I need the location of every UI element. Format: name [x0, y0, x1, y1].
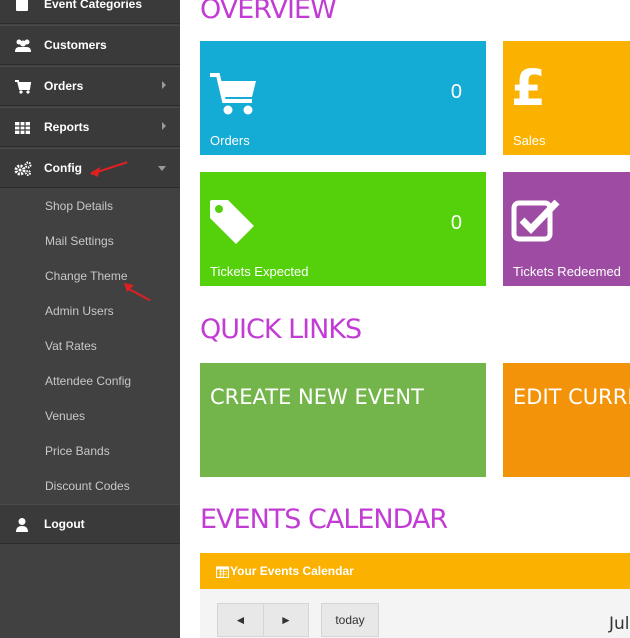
user-icon [16, 518, 28, 532]
pound-icon: £ [511, 59, 546, 117]
checkbox-icon [511, 199, 560, 242]
overview-title: OVERVIEW [200, 0, 337, 25]
sidebar-item-label: Config [44, 161, 82, 175]
submenu-item-price-bands[interactable]: Price Bands [45, 444, 110, 458]
chevron-down-icon [158, 166, 166, 171]
tile-value: 0 [450, 212, 462, 234]
sidebar-item-label: Reports [44, 120, 90, 134]
cart-icon [15, 80, 32, 94]
sidebar-item-label: Orders [44, 79, 84, 93]
sidebar-item-event-categories[interactable]: Event Categories [0, 0, 180, 24]
events-calendar-title: EVENTS CALENDAR [200, 504, 448, 535]
table-icon [15, 122, 30, 134]
arrowhead-icon [90, 167, 100, 177]
orders-tile[interactable]: 0 Orders [200, 41, 486, 155]
tag-icon [210, 200, 254, 244]
calendar-month-title: Jul [609, 614, 630, 634]
submenu-item-venues[interactable]: Venues [45, 409, 85, 423]
tile-label: Tickets Expected [210, 264, 309, 279]
calendar-icon [216, 566, 229, 578]
sidebar-item-customers[interactable]: Customers [0, 25, 180, 65]
users-icon [15, 39, 31, 52]
quick-link-label: CREATE NEW EVENT [210, 385, 424, 409]
submenu-item-admin-users[interactable]: Admin Users [45, 304, 114, 318]
tile-label: Sales [513, 133, 546, 148]
sidebar-item-label: Customers [44, 38, 107, 52]
sales-tile[interactable]: £ Sales [503, 41, 630, 155]
tag-icon [16, 0, 28, 11]
tickets-redeemed-tile[interactable]: Tickets Redeemed [503, 172, 630, 286]
edit-current-event-link[interactable]: EDIT CURRE [503, 363, 630, 477]
calendar-next-button[interactable]: ► [263, 603, 309, 637]
arrowhead-icon [124, 283, 134, 292]
create-new-event-link[interactable]: CREATE NEW EVENT [200, 363, 486, 477]
submenu-item-discount-codes[interactable]: Discount Codes [45, 479, 130, 493]
submenu-item-change-theme[interactable]: Change Theme [45, 269, 128, 283]
quick-links-title: QUICK LINKS [200, 314, 362, 345]
chevron-right-icon [162, 81, 166, 89]
sidebar-item-label: Logout [44, 517, 85, 531]
tile-label: Orders [210, 133, 250, 148]
calendar-today-button[interactable]: today [321, 603, 379, 637]
calendar-panel-header: Your Events Calendar [200, 553, 630, 589]
tickets-expected-tile[interactable]: 0 Tickets Expected [200, 172, 486, 286]
chevron-right-icon [162, 122, 166, 130]
tile-value: 0 [450, 81, 462, 103]
sidebar: Event Categories Customers Orders Report… [0, 0, 180, 638]
sidebar-item-logout[interactable]: Logout [0, 504, 180, 544]
quick-link-label: EDIT CURRE [513, 385, 630, 409]
sidebar-item-label: Event Categories [44, 0, 143, 11]
gears-icon [14, 161, 32, 176]
calendar-header-label: Your Events Calendar [230, 564, 354, 578]
sidebar-item-reports[interactable]: Reports [0, 107, 180, 147]
sidebar-item-orders[interactable]: Orders [0, 66, 180, 106]
submenu-item-attendee-config[interactable]: Attendee Config [45, 374, 131, 388]
tile-label: Tickets Redeemed [513, 264, 621, 279]
submenu-item-vat-rates[interactable]: Vat Rates [45, 339, 97, 353]
calendar-prev-button[interactable]: ◄ [217, 603, 264, 637]
cart-icon [210, 73, 256, 115]
submenu-item-shop-details[interactable]: Shop Details [45, 199, 113, 213]
submenu-item-mail-settings[interactable]: Mail Settings [45, 234, 114, 248]
